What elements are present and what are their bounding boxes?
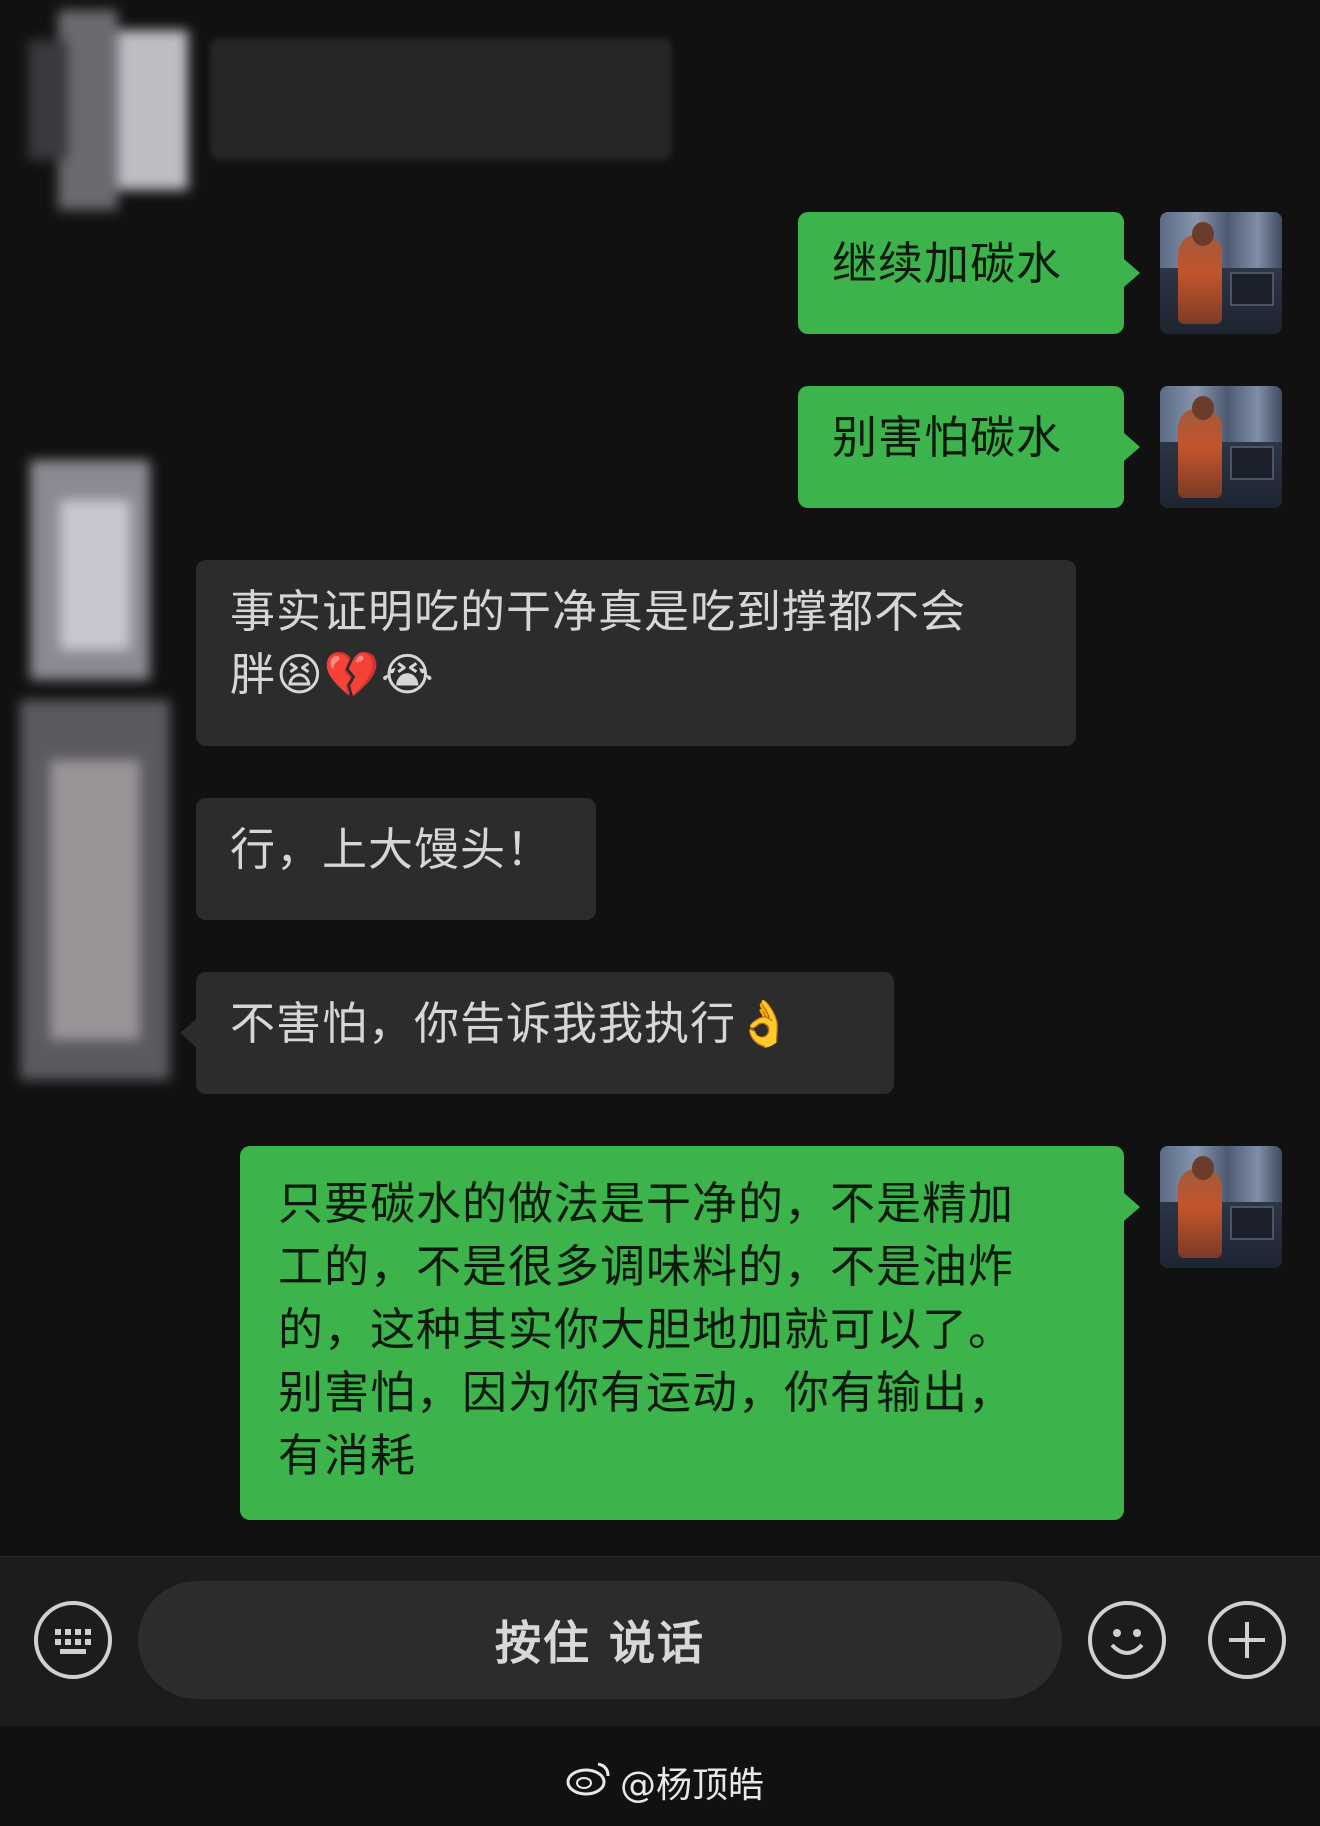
message-bubble-received: 行，上大馒头！ [196, 798, 596, 920]
bubble-tail [180, 1019, 196, 1047]
message-text-line: 别害怕，因为你有运动，你有输出， [278, 1366, 1015, 1419]
plus-icon[interactable] [1208, 1601, 1286, 1679]
hold-to-talk-button[interactable]: 按住 说话 [138, 1581, 1062, 1699]
message-text-line: 胖😫💔😭 [230, 648, 435, 701]
input-bar: 按住 说话 [0, 1556, 1320, 1727]
hold-to-talk-label: 按住 说话 [494, 1616, 705, 1670]
my-avatar[interactable] [1160, 212, 1282, 334]
watermark-text: @杨顶皓 [620, 1765, 765, 1806]
message-text-line: 有消耗 [278, 1429, 417, 1482]
message-text-line: 事实证明吃的干净真是吃到撑都不会 [230, 585, 967, 638]
bubble-tail [1124, 259, 1140, 287]
message-bubble-received: 事实证明吃的干净真是吃到撑都不会 胖😫💔😭 [196, 560, 1076, 746]
chat-area: 继续加碳水 别害怕碳水 事实证明吃的干净真是吃到撑都不会 胖😫💔😭 行，上大馒头… [0, 0, 1320, 1556]
bubble-tail [1124, 1193, 1140, 1221]
message-text-line: 的，这种其实你大胆地加就可以了。 [278, 1303, 1015, 1356]
message-text: 别害怕碳水 [832, 411, 1063, 464]
keyboard-icon[interactable] [34, 1601, 112, 1679]
my-avatar[interactable] [1160, 1146, 1282, 1268]
message-bubble-redacted [210, 38, 672, 160]
message-bubble-received: 不害怕，你告诉我我执行👌 [196, 972, 894, 1094]
message-text-line: 只要碳水的做法是干净的，不是精加 [278, 1177, 1015, 1230]
contact-avatar-redacted [28, 10, 228, 210]
watermark: @杨顶皓 [0, 1726, 1320, 1826]
my-avatar[interactable] [1160, 386, 1282, 508]
message-bubble-sent: 只要碳水的做法是干净的，不是精加 工的，不是很多调味料的，不是油炸 的，这种其实… [240, 1146, 1124, 1520]
message-text: 不害怕，你告诉我我执行👌 [230, 997, 794, 1050]
message-text: 继续加碳水 [832, 237, 1063, 290]
bubble-tail [1124, 433, 1140, 461]
contact-avatar-redacted [10, 460, 200, 1100]
emoji-icon[interactable] [1088, 1601, 1166, 1679]
message-text: 行，上大馒头！ [230, 823, 553, 876]
weibo-icon [566, 1762, 610, 1796]
message-text-line: 工的，不是很多调味料的，不是油炸 [278, 1240, 1015, 1293]
message-bubble-sent: 别害怕碳水 [798, 386, 1124, 508]
message-bubble-sent: 继续加碳水 [798, 212, 1124, 334]
